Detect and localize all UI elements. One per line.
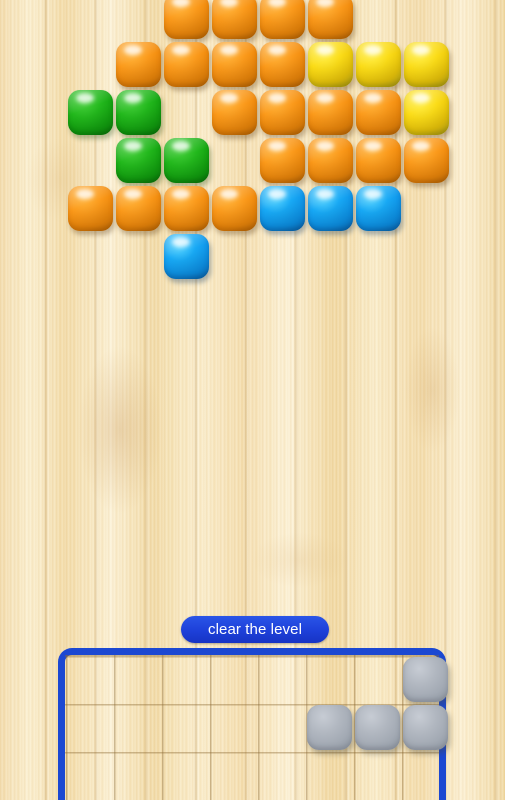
board-block-orange[interactable] [212, 42, 257, 87]
board-block-orange[interactable] [212, 186, 257, 231]
board-block-yellow[interactable] [404, 90, 449, 135]
board-block-orange[interactable] [308, 0, 353, 39]
board-block-orange[interactable] [116, 186, 161, 231]
game-screen: clear the level [0, 0, 505, 800]
board-block-orange[interactable] [260, 138, 305, 183]
board-block-yellow[interactable] [404, 42, 449, 87]
board-block-orange[interactable] [164, 186, 209, 231]
board-block-blue[interactable] [164, 234, 209, 279]
board-block-green[interactable] [164, 138, 209, 183]
board-block-orange[interactable] [308, 138, 353, 183]
board-block-orange[interactable] [260, 90, 305, 135]
board-block-yellow[interactable] [308, 42, 353, 87]
board-block-orange[interactable] [356, 90, 401, 135]
tray-block-gray[interactable] [355, 705, 400, 750]
board-block-orange[interactable] [308, 90, 353, 135]
board-block-yellow[interactable] [356, 42, 401, 87]
piece-tray-panel[interactable] [58, 648, 448, 800]
board-block-orange[interactable] [356, 138, 401, 183]
board-block-green[interactable] [116, 138, 161, 183]
board-block-orange[interactable] [212, 90, 257, 135]
board-block-blue[interactable] [260, 186, 305, 231]
clear-the-level-button[interactable]: clear the level [181, 616, 329, 643]
board-block-orange[interactable] [116, 42, 161, 87]
tray-block-gray[interactable] [403, 705, 448, 750]
board-block-orange[interactable] [404, 138, 449, 183]
board-block-green[interactable] [116, 90, 161, 135]
board-block-orange[interactable] [164, 42, 209, 87]
board-block-orange[interactable] [68, 186, 113, 231]
board-block-green[interactable] [68, 90, 113, 135]
board-block-blue[interactable] [356, 186, 401, 231]
board-block-orange[interactable] [164, 0, 209, 39]
board-block-orange[interactable] [260, 0, 305, 39]
tray-block-gray[interactable] [403, 657, 448, 702]
tray-block-gray[interactable] [307, 705, 352, 750]
board-block-blue[interactable] [308, 186, 353, 231]
board-block-orange[interactable] [212, 0, 257, 39]
board-block-orange[interactable] [260, 42, 305, 87]
